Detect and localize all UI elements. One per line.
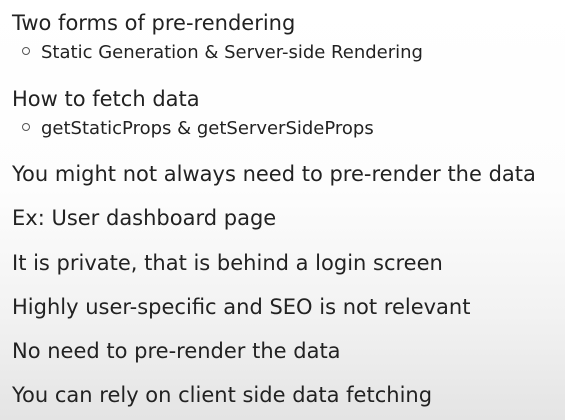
sub-bullet-data-functions: getStaticProps & getServerSideProps [22, 118, 374, 140]
hollow-circle-bullet-icon [22, 123, 30, 131]
bullet-fetch-data: How to fetch data [12, 87, 200, 111]
bullet-private-login: It is private, that is behind a login sc… [12, 251, 443, 275]
sub-bullet-text: getStaticProps & getServerSideProps [41, 118, 374, 139]
bullet-user-specific-seo: Highly user-specific and SEO is not rele… [12, 295, 471, 319]
bullet-no-pre-render: No need to pre-render the data [12, 339, 341, 363]
sub-bullet-static-ssr: Static Generation & Server-side Renderin… [22, 42, 423, 64]
hollow-circle-bullet-icon [22, 47, 30, 55]
bullet-not-always-pre-render: You might not always need to pre-render … [12, 162, 536, 186]
slide: Two forms of pre-rendering Static Genera… [0, 0, 565, 420]
bullet-pre-rendering-forms: Two forms of pre-rendering [12, 11, 296, 35]
bullet-dashboard-example: Ex: User dashboard page [12, 206, 277, 230]
sub-bullet-text: Static Generation & Server-side Renderin… [41, 42, 423, 63]
bullet-client-side-fetching: You can rely on client side data fetchin… [12, 383, 433, 407]
